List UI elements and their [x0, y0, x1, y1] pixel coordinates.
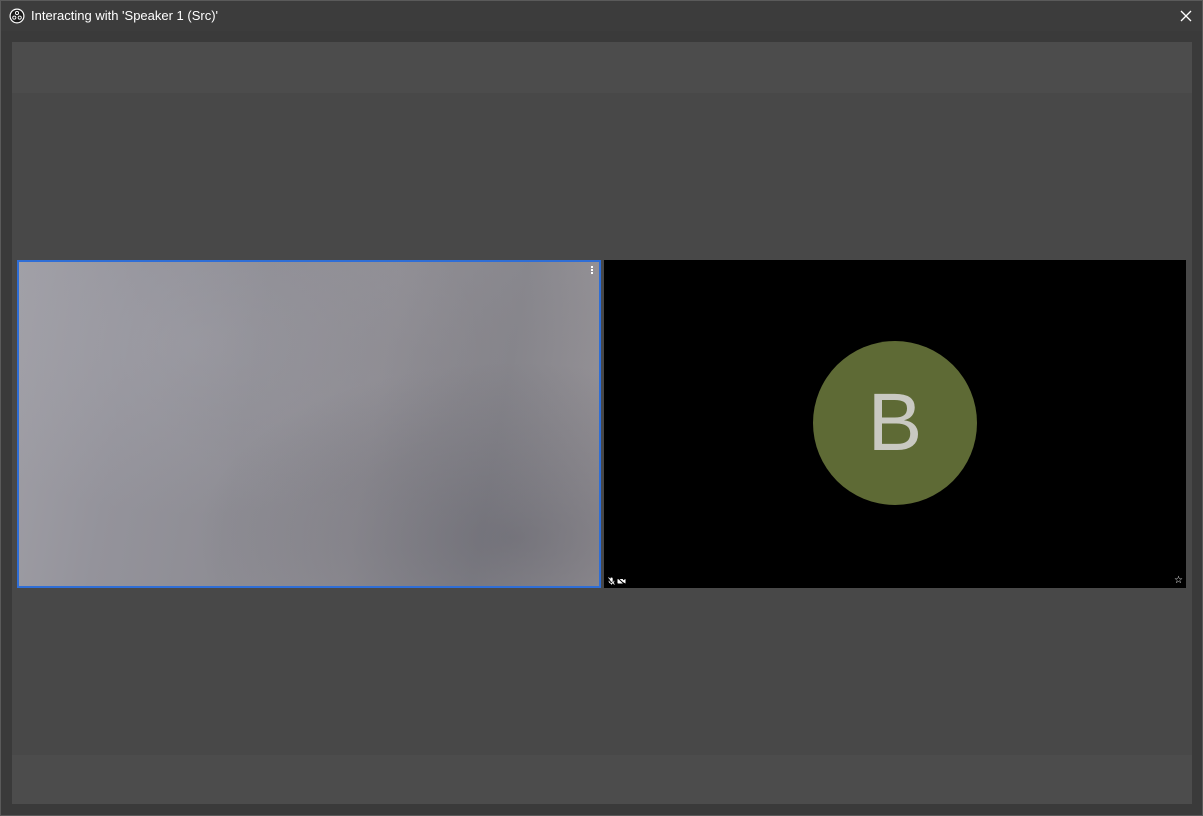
avatar-letter: B	[867, 377, 923, 468]
mic-muted-icon	[608, 577, 615, 585]
interact-window: Interacting with 'Speaker 1 (Src)' B ☆	[0, 0, 1203, 816]
close-icon	[1180, 10, 1192, 22]
title-bar: Interacting with 'Speaker 1 (Src)'	[1, 1, 1202, 31]
camera-off-icon	[617, 577, 626, 585]
browser-view[interactable]: B ☆	[12, 42, 1192, 804]
status-icons	[608, 577, 626, 585]
more-vertical-icon[interactable]	[589, 266, 595, 276]
obs-logo-icon	[9, 8, 25, 24]
avatar: B	[813, 341, 977, 505]
close-button[interactable]	[1174, 4, 1198, 28]
window-content: B ☆	[1, 31, 1202, 815]
video-tile-local[interactable]	[17, 260, 601, 588]
star-icon[interactable]: ☆	[1174, 576, 1183, 586]
bottom-bar	[12, 755, 1192, 804]
video-feed	[19, 262, 599, 586]
video-tile-remote[interactable]: B ☆	[604, 260, 1186, 588]
window-title: Interacting with 'Speaker 1 (Src)'	[31, 8, 219, 23]
top-bar	[12, 42, 1192, 93]
